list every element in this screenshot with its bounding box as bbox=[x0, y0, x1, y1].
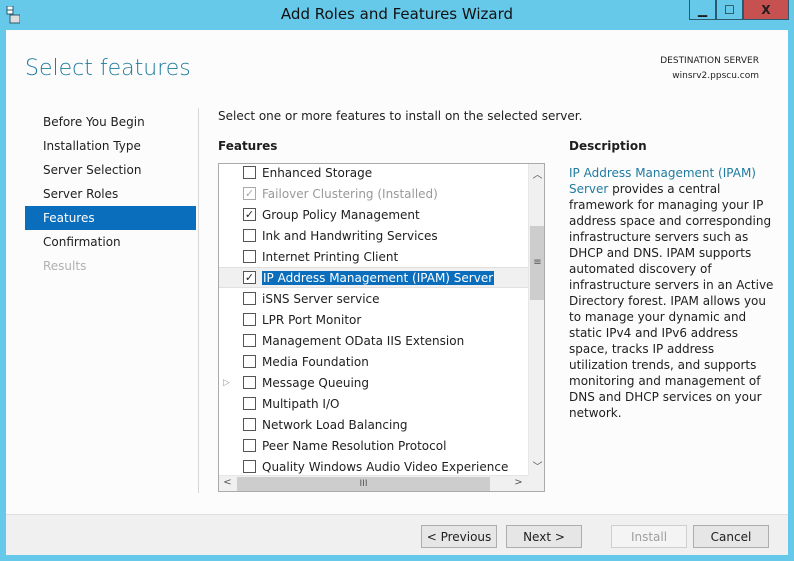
feature-checkbox[interactable] bbox=[243, 418, 256, 431]
feature-item[interactable]: Enhanced Storage bbox=[219, 164, 528, 183]
feature-label: Message Queuing bbox=[262, 375, 370, 390]
feature-item[interactable]: Multipath I/O bbox=[219, 393, 528, 414]
feature-label: Peer Name Resolution Protocol bbox=[262, 438, 447, 453]
feature-item[interactable]: LPR Port Monitor bbox=[219, 309, 528, 330]
feature-item[interactable]: Peer Name Resolution Protocol bbox=[219, 435, 528, 456]
scrollbar-corner bbox=[528, 475, 544, 491]
window-title: Add Roles and Features Wizard bbox=[280, 5, 514, 23]
scroll-up-icon[interactable]: ︿ bbox=[529, 166, 544, 181]
feature-label: Failover Clustering (Installed) bbox=[262, 186, 438, 201]
cancel-button[interactable]: Cancel bbox=[693, 525, 769, 548]
previous-button[interactable]: < Previous bbox=[421, 525, 497, 548]
feature-checkbox: ✓ bbox=[243, 187, 256, 200]
nav-server-roles[interactable]: Server Roles bbox=[25, 182, 196, 206]
features-list[interactable]: Quality Windows Audio Video Experience Pe… bbox=[218, 163, 545, 492]
nav-confirmation[interactable]: Confirmation bbox=[25, 230, 196, 254]
feature-checkbox[interactable] bbox=[243, 376, 256, 389]
feature-checkbox[interactable] bbox=[243, 334, 256, 347]
next-button[interactable]: Next > bbox=[506, 525, 582, 548]
nav-features[interactable]: Features bbox=[25, 206, 196, 230]
feature-checkbox[interactable] bbox=[243, 166, 256, 179]
feature-checkbox[interactable] bbox=[243, 229, 256, 242]
description-text: IP Address Management (IPAM) Server prov… bbox=[569, 165, 774, 421]
nav-server-selection[interactable]: Server Selection bbox=[25, 158, 196, 182]
feature-label: IP Address Management (IPAM) Server bbox=[262, 270, 495, 285]
feature-label: Management OData IIS Extension bbox=[262, 333, 465, 348]
feature-checkbox[interactable] bbox=[243, 397, 256, 410]
feature-label: Enhanced Storage bbox=[262, 165, 373, 180]
feature-checkbox[interactable] bbox=[243, 250, 256, 263]
wizard-body: Select features DESTINATION SERVER winsr… bbox=[6, 30, 788, 555]
feature-checkbox[interactable] bbox=[243, 439, 256, 452]
destination-label: DESTINATION SERVER bbox=[660, 56, 759, 66]
horizontal-scrollbar[interactable]: < III > bbox=[219, 475, 528, 491]
feature-label: iSNS Server service bbox=[262, 291, 380, 306]
feature-checkbox[interactable]: ✓ bbox=[243, 271, 256, 284]
features-header: Features bbox=[218, 139, 278, 153]
nav-before-you-begin[interactable]: Before You Begin bbox=[25, 110, 196, 134]
feature-label: Media Foundation bbox=[262, 354, 369, 369]
scroll-thumb[interactable]: ≡ bbox=[530, 226, 544, 300]
maximize-button[interactable]: ☐ bbox=[716, 0, 743, 20]
expand-icon[interactable]: ▷ bbox=[223, 378, 230, 388]
scroll-left-icon[interactable]: < bbox=[219, 477, 236, 488]
feature-label: Quality Windows Audio Video Experience bbox=[262, 459, 509, 474]
feature-label: LPR Port Monitor bbox=[262, 312, 362, 327]
page-title: Select features bbox=[25, 56, 191, 81]
feature-label: Ink and Handwriting Services bbox=[262, 228, 438, 243]
feature-checkbox[interactable] bbox=[243, 460, 256, 473]
feature-label: Multipath I/O bbox=[262, 396, 340, 411]
nav-results: Results bbox=[43, 259, 87, 273]
feature-item[interactable]: Management OData IIS Extension bbox=[219, 330, 528, 351]
feature-checkbox[interactable] bbox=[243, 292, 256, 305]
minimize-button[interactable]: ▁ bbox=[689, 0, 716, 20]
feature-item[interactable]: ✓ Group Policy Management bbox=[219, 204, 528, 225]
feature-item[interactable]: Network Load Balancing bbox=[219, 414, 528, 435]
feature-item[interactable]: Quality Windows Audio Video Experience bbox=[219, 456, 528, 477]
scroll-right-icon[interactable]: > bbox=[510, 477, 527, 488]
feature-item[interactable]: ▷ Message Queuing bbox=[219, 372, 528, 393]
scroll-down-icon[interactable]: ﹀ bbox=[529, 458, 544, 473]
wizard-nav: Before You Begin Installation Type Serve… bbox=[25, 110, 196, 278]
feature-item[interactable]: Ink and Handwriting Services bbox=[219, 225, 528, 246]
intro-text: Select one or more features to install o… bbox=[218, 109, 583, 123]
divider bbox=[198, 108, 199, 493]
feature-item[interactable]: ✓ IP Address Management (IPAM) Server bbox=[219, 267, 528, 288]
description-body: provides a central framework for managin… bbox=[569, 182, 774, 420]
feature-checkbox[interactable] bbox=[243, 355, 256, 368]
feature-label: Internet Printing Client bbox=[262, 249, 399, 264]
feature-checkbox[interactable] bbox=[243, 313, 256, 326]
destination-server-name: winsrv2.ppscu.com bbox=[672, 71, 759, 81]
feature-item[interactable]: Internet Printing Client bbox=[219, 246, 528, 267]
feature-checkbox[interactable]: ✓ bbox=[243, 208, 256, 221]
close-button[interactable]: X bbox=[743, 0, 789, 20]
description-header: Description bbox=[569, 139, 647, 153]
feature-label: Group Policy Management bbox=[262, 207, 420, 222]
button-bar: < Previous Next > Install Cancel bbox=[6, 514, 788, 555]
install-button: Install bbox=[611, 525, 687, 548]
feature-label: Network Load Balancing bbox=[262, 417, 408, 432]
feature-item[interactable]: Media Foundation bbox=[219, 351, 528, 372]
horizontal-scroll-thumb[interactable]: III bbox=[237, 477, 490, 491]
feature-item[interactable]: iSNS Server service bbox=[219, 288, 528, 309]
vertical-scrollbar[interactable]: ︿ ≡ ﹀ bbox=[528, 164, 544, 475]
destination-server: DESTINATION SERVER winsrv2.ppscu.com bbox=[660, 54, 759, 84]
feature-item[interactable]: ✓ Failover Clustering (Installed) bbox=[219, 183, 528, 204]
title-bar: Add Roles and Features Wizard ▁ ☐ X bbox=[0, 0, 794, 30]
nav-installation-type[interactable]: Installation Type bbox=[25, 134, 196, 158]
